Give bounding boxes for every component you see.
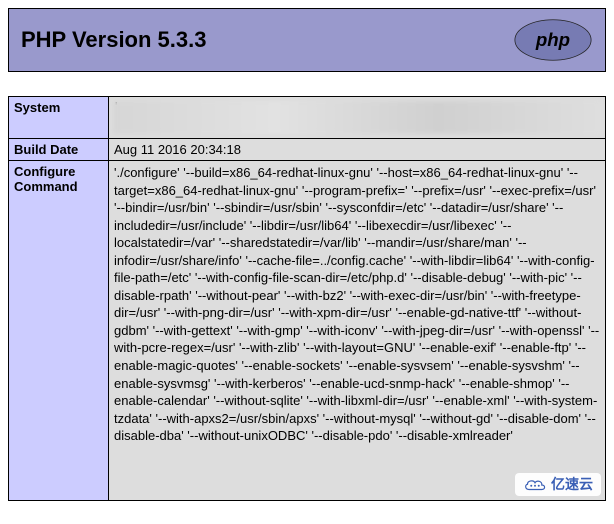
svg-text:php: php — [535, 29, 570, 50]
label-build-date: Build Date — [9, 139, 109, 161]
label-configure-command: Configure Command — [9, 161, 109, 501]
watermark-text: 亿速云 — [551, 475, 593, 494]
row-build-date: Build Date Aug 11 2016 20:34:18 — [9, 139, 606, 161]
phpinfo-header: PHP Version 5.3.3 php — [8, 8, 606, 72]
php-logo-icon: php — [513, 19, 593, 61]
redacted-overlay — [113, 101, 601, 134]
watermark-badge: 亿速云 — [515, 473, 601, 496]
row-system: System ' — [9, 97, 606, 139]
page-title: PHP Version 5.3.3 — [21, 27, 206, 53]
phpinfo-table: System ' Build Date Aug 11 2016 20:34:18… — [8, 96, 606, 501]
label-system: System — [9, 97, 109, 139]
cloud-icon — [523, 477, 547, 493]
value-configure-command: './configure' '--build=x86_64-redhat-lin… — [109, 161, 606, 501]
row-configure-command: Configure Command './configure' '--build… — [9, 161, 606, 501]
value-build-date: Aug 11 2016 20:34:18 — [109, 139, 606, 161]
value-system: ' — [109, 97, 606, 139]
